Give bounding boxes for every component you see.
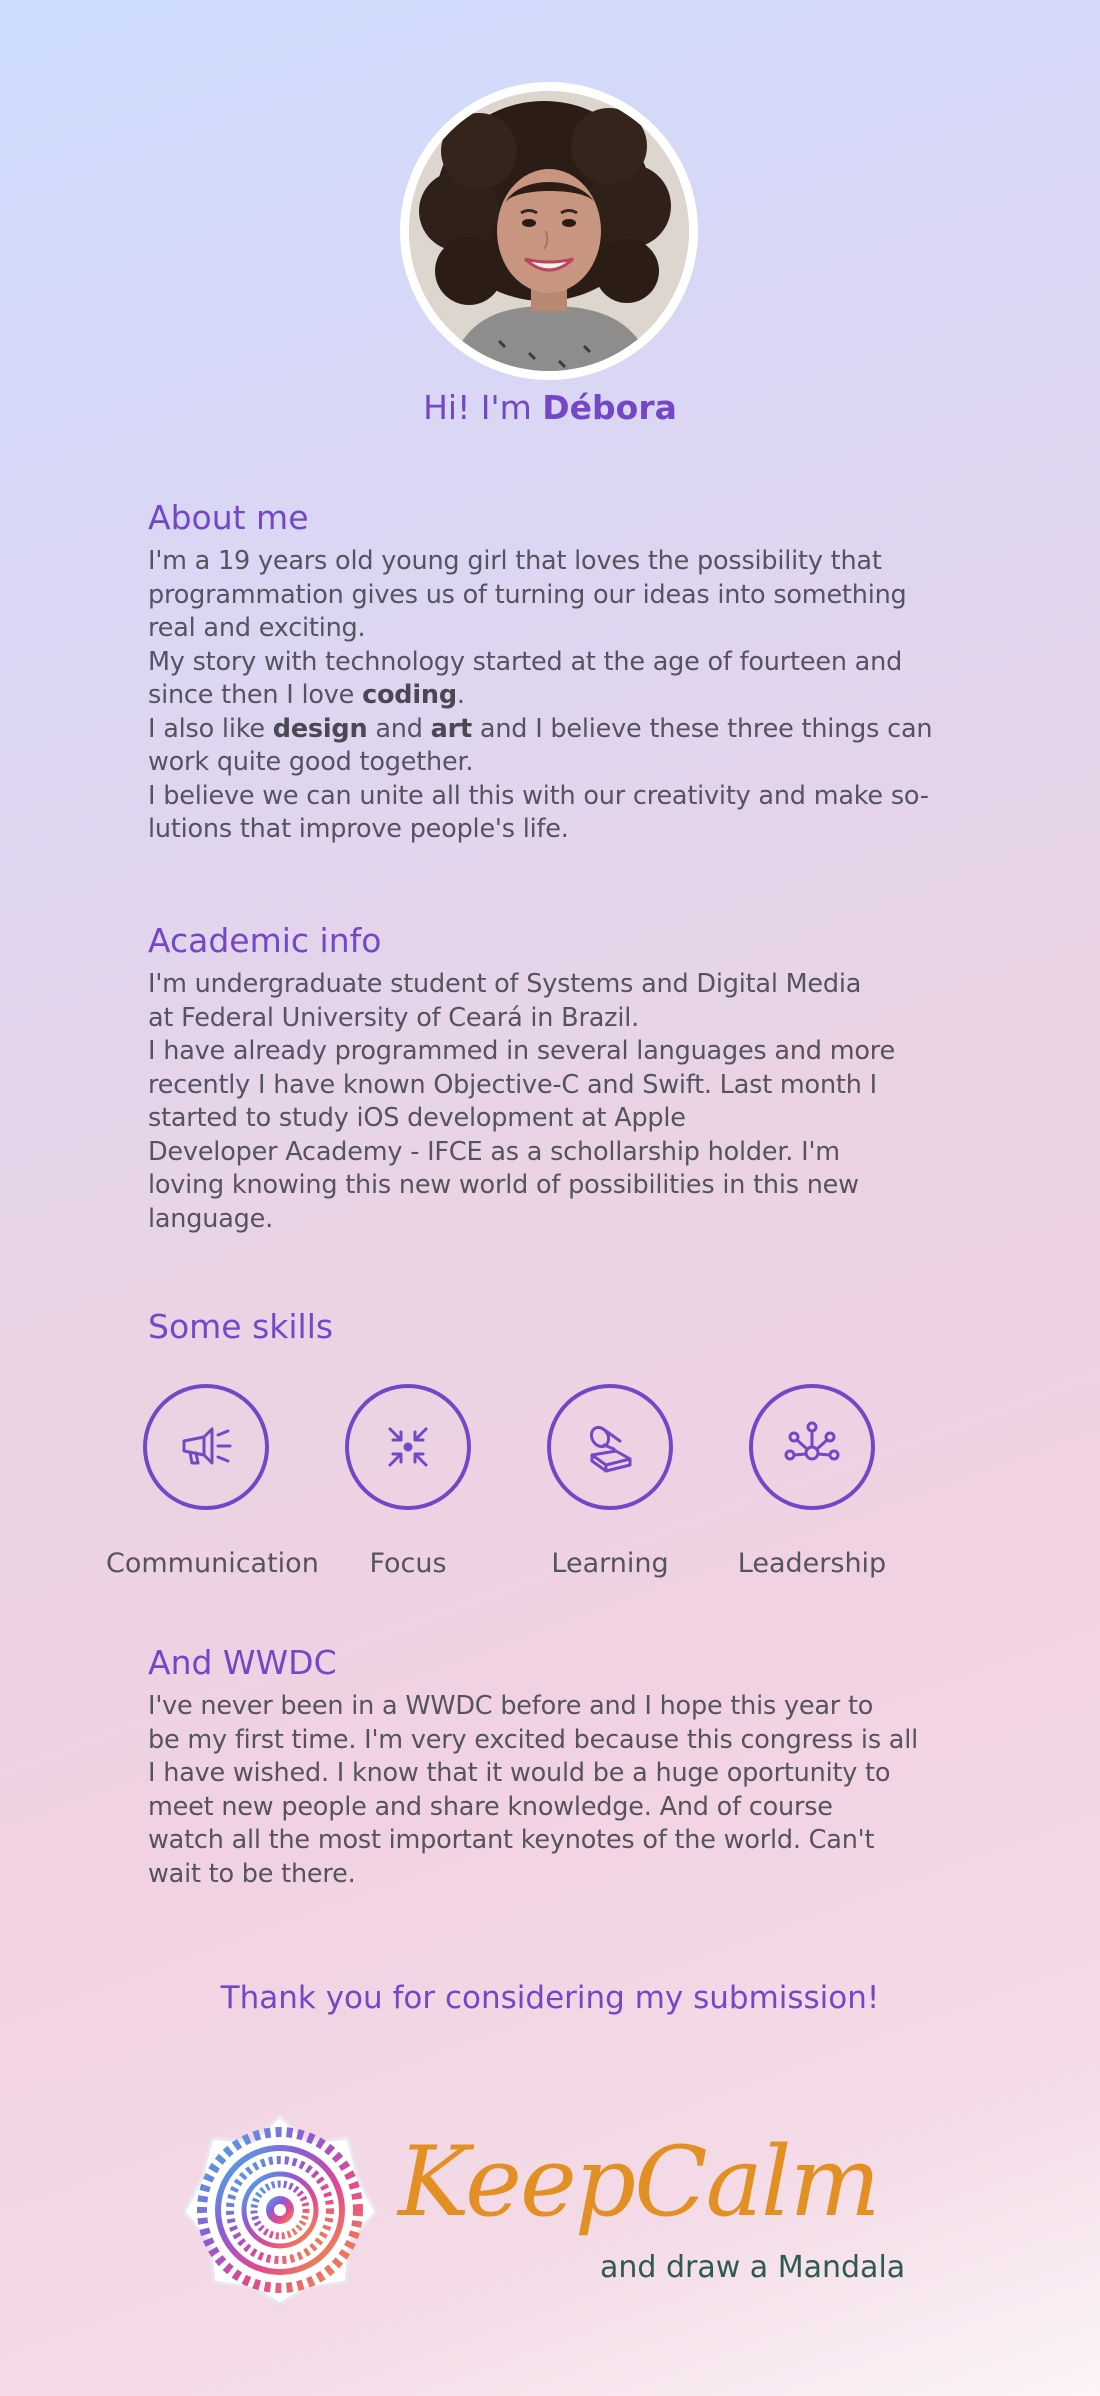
academic-line: Developer Academy - IFCE as a schollarsh…: [148, 1136, 840, 1167]
skills-row: Communication Focus Learning Leadership: [106, 1384, 980, 1579]
skill-icon-circle: [345, 1384, 471, 1510]
thanks-message: Thank you for considering my submission!: [220, 1980, 880, 2016]
skill-learning: Learning: [510, 1384, 710, 1579]
about-text-fragment: I also like: [148, 713, 273, 744]
wwdc-line: watch all the most important keynotes of…: [148, 1825, 875, 1855]
wwdc-line: I have wished. I know that it would be a…: [148, 1758, 891, 1788]
skill-label: Leadership: [737, 1548, 887, 1579]
wwdc-line: wait to be there.: [148, 1858, 356, 1889]
wwdc-line: I've never been in a WWDC before and I h…: [148, 1691, 874, 1721]
about-line: real and exciting.: [148, 613, 366, 643]
about-text: I'm a 19 years old young girl that loves…: [148, 545, 988, 847]
profile-avatar: [400, 82, 698, 380]
academic-line: I'm undergraduate student of Systems and…: [148, 969, 862, 999]
wwdc-line: be my first time. I'm very excited becau…: [148, 1724, 919, 1755]
academic-line: language.: [148, 1203, 274, 1234]
about-text-fragment: since then I love: [148, 680, 363, 710]
profile-name: Débora: [542, 388, 677, 427]
megaphone-icon: [182, 1427, 232, 1465]
about-text-fragment: and: [367, 713, 431, 744]
skill-icon-circle: [143, 1384, 269, 1510]
skill-communication: Communication: [106, 1384, 319, 1579]
skill-leadership: Leadership: [712, 1384, 912, 1579]
logo-subtitle: and draw a Mandala: [600, 2250, 906, 2285]
avatar-photo: [409, 91, 689, 371]
keepcalm-logo: KeepCalm and draw a Mandala: [180, 2108, 920, 2318]
about-text-fragment: .: [456, 680, 465, 710]
art-highlight: art: [430, 713, 473, 744]
about-line: I believe we can unite all this with our…: [148, 780, 929, 811]
wwdc-line: meet new people and share knowledge. And…: [148, 1791, 833, 1822]
focus-arrows-icon: [388, 1427, 428, 1467]
about-text-fragment: and I believe these three things can: [472, 713, 933, 744]
academic-section: Academic info I'm undergraduate student …: [148, 921, 988, 1236]
book-lamp-icon: [589, 1425, 632, 1473]
academic-line: started to study iOS development at Appl…: [148, 1103, 686, 1133]
skills-title: Some skills: [148, 1307, 334, 1346]
skill-icon-circle: [749, 1384, 875, 1510]
about-line: I also like design and art and I believe…: [148, 713, 988, 747]
academic-line: I have already programmed in several lan…: [148, 1036, 895, 1066]
greeting-prefix: Hi! I'm: [423, 388, 543, 427]
logo-title: KeepCalm: [398, 2126, 881, 2238]
skill-icon-circle: [547, 1384, 673, 1510]
about-section: About me I'm a 19 years old young girl t…: [148, 498, 988, 847]
skill-label: Communication: [106, 1548, 319, 1579]
about-line: since then I love coding.: [148, 679, 988, 713]
about-line: programmation gives us of turning our id…: [148, 579, 907, 610]
about-title: About me: [148, 498, 309, 537]
wwdc-text: I've never been in a WWDC before and I h…: [148, 1690, 988, 1891]
about-line: My story with technology started at the …: [148, 646, 903, 677]
skill-label: Focus: [369, 1548, 447, 1579]
academic-line: at Federal University of Ceará in Brazil…: [148, 1002, 640, 1033]
about-line: I'm a 19 years old young girl that loves…: [148, 546, 882, 576]
design-highlight: design: [272, 713, 368, 744]
greeting-heading: Hi! I'm Débora: [0, 388, 1100, 427]
about-line: lutions that improve people's life.: [148, 814, 569, 844]
academic-line: loving knowing this new world of possibi…: [148, 1170, 859, 1200]
skills-section: Some skills: [148, 1307, 988, 1354]
academic-title: Academic info: [148, 921, 382, 960]
coding-highlight: coding: [362, 680, 457, 710]
academic-text: I'm undergraduate student of Systems and…: [148, 968, 988, 1236]
skill-label: Learning: [551, 1548, 669, 1579]
network-icon: [784, 1421, 840, 1461]
wwdc-section: And WWDC I've never been in a WWDC befor…: [148, 1643, 988, 1891]
academic-line: recently I have known Objective-C and Sw…: [148, 1069, 877, 1100]
mandala-icon: [182, 2113, 378, 2306]
about-line: work quite good together.: [148, 747, 474, 777]
wwdc-title: And WWDC: [148, 1643, 337, 1682]
skill-focus: Focus: [308, 1384, 508, 1579]
